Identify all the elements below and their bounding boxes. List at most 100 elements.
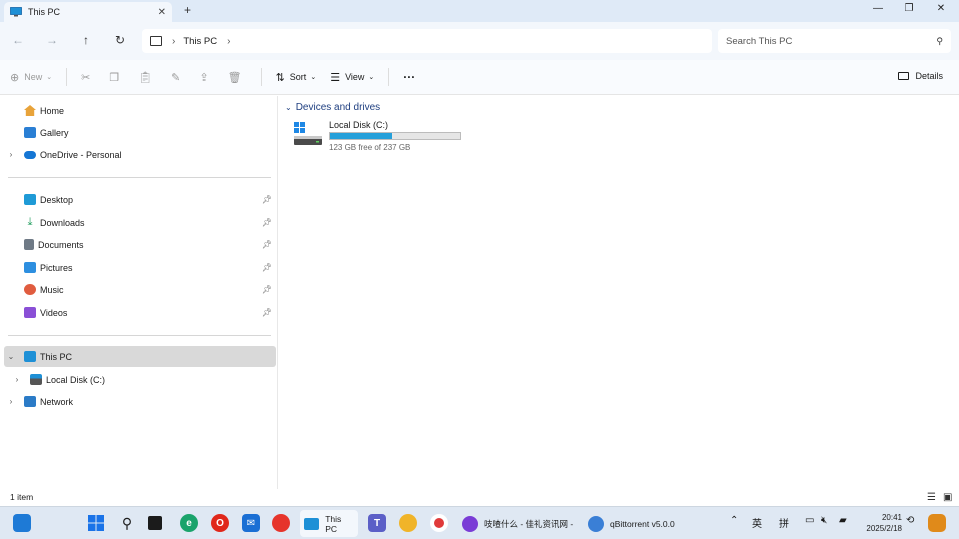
content-pane: ⌄ Devices and drives Local Disk (C:) 123…	[279, 96, 959, 489]
chevron-right-icon[interactable]: ›	[4, 150, 18, 159]
chevron-right-icon[interactable]: ›	[4, 397, 18, 406]
sidebar-item-videos[interactable]: Videos 📌︎	[4, 302, 276, 323]
divider	[8, 335, 271, 336]
input-language-en[interactable]: 英	[752, 515, 762, 530]
taskbar-app-qbittorrent[interactable]: qBittorrent v5.0.0	[584, 510, 684, 537]
battery-icon[interactable]: ▰	[839, 515, 847, 526]
start-icon[interactable]	[87, 514, 105, 532]
mail-icon[interactable]: ✉	[242, 514, 260, 532]
chevron-down-icon[interactable]: ⌄	[4, 352, 18, 361]
address-bar[interactable]: › This PC ›	[142, 29, 712, 53]
volume-muted-icon[interactable]: 🔇︎	[821, 515, 827, 526]
music-icon	[24, 284, 36, 295]
sidebar-item-label: This PC	[40, 351, 73, 362]
sidebar-item-documents[interactable]: Documents 📌︎	[4, 234, 276, 255]
refresh-button[interactable]: ↻	[112, 33, 128, 47]
onedrive-icon	[24, 150, 36, 159]
chevron-up-icon[interactable]: ⌃	[730, 515, 738, 526]
chat-app-icon[interactable]	[399, 514, 417, 532]
app-icon[interactable]	[430, 514, 448, 532]
back-button[interactable]: ←	[10, 33, 26, 47]
downloads-icon: ⤓	[27, 216, 33, 228]
task-view-icon[interactable]	[148, 516, 162, 530]
more-options-button[interactable]: ···	[403, 70, 415, 84]
sidebar-item-downloads[interactable]: ⤓ Downloads 📌︎	[4, 212, 276, 233]
network-icon[interactable]: ▭	[805, 515, 814, 526]
sidebar-item-home[interactable]: Home	[4, 100, 276, 121]
close-tab-icon[interactable]: ✕	[158, 7, 166, 18]
local-disk-icon	[294, 122, 322, 145]
cut-button[interactable]: ✂	[81, 71, 95, 84]
sidebar-item-this-pc[interactable]: ⌄ This PC	[4, 346, 276, 367]
edge-icon[interactable]: e	[180, 514, 198, 532]
sidebar-item-music[interactable]: Music 📌︎	[4, 279, 276, 300]
chevron-right-icon[interactable]: ›	[227, 36, 230, 47]
home-icon	[24, 105, 36, 116]
sidebar-item-label: Gallery	[40, 127, 69, 138]
pin-icon[interactable]: 📌︎	[262, 218, 272, 227]
sidebar-item-local-disk[interactable]: › Local Disk (C:)	[4, 369, 276, 390]
rename-button[interactable]: ✎	[171, 71, 185, 84]
restore-button[interactable]: ❐	[899, 3, 919, 14]
gallery-icon	[24, 127, 36, 138]
input-method-pinyin[interactable]: 拼	[779, 515, 789, 530]
tiles-view-icon[interactable]: ▣	[943, 492, 952, 503]
videos-icon	[24, 307, 36, 318]
delete-button[interactable]: 🗑︎	[228, 71, 247, 84]
details-view-icon[interactable]: ☰	[927, 492, 936, 503]
chevron-down-icon: ⌄	[368, 74, 375, 81]
sidebar-item-label: Music	[40, 284, 64, 295]
drive-usage-bar	[329, 132, 461, 140]
widgets-icon[interactable]	[13, 514, 31, 532]
group-header-devices[interactable]: ⌄ Devices and drives	[285, 102, 380, 113]
view-button[interactable]: ☰ View ⌄	[330, 71, 374, 84]
sidebar-item-gallery[interactable]: Gallery	[4, 122, 276, 143]
breadcrumb-this-pc[interactable]: This PC	[183, 36, 217, 47]
sidebar-item-network[interactable]: › Network	[4, 391, 276, 412]
sidebar-item-desktop[interactable]: Desktop 📌︎	[4, 189, 276, 210]
weibo-icon[interactable]	[272, 514, 290, 532]
pictures-icon	[24, 262, 36, 273]
sort-button[interactable]: ⇅ Sort ⌄	[276, 71, 317, 84]
pin-icon[interactable]: 📌︎	[262, 195, 272, 204]
copy-button[interactable]: ❐	[109, 71, 124, 84]
taskbar-app-browser[interactable]: 吱喳什么 - 佳礼资讯网 -	[458, 510, 578, 537]
sidebar-item-pictures[interactable]: Pictures 📌︎	[4, 257, 276, 278]
search-box[interactable]: ⚲	[718, 29, 951, 53]
sidebar-item-onedrive[interactable]: › OneDrive - Personal	[4, 144, 276, 165]
taskbar-app-this-pc[interactable]: This PC	[300, 510, 358, 537]
pin-icon[interactable]: 📌︎	[262, 263, 272, 272]
rename-icon: ✎	[171, 71, 181, 84]
sidebar-item-label: Videos	[40, 307, 68, 318]
details-button[interactable]: Details	[898, 71, 943, 81]
search-input[interactable]	[726, 35, 937, 47]
qbittorrent-icon	[588, 515, 604, 532]
new-tab-button[interactable]: +	[184, 3, 191, 17]
search-icon[interactable]: ⚲	[936, 36, 943, 47]
paste-button[interactable]: 📋︎	[138, 71, 157, 84]
pin-icon[interactable]: 📌︎	[262, 240, 272, 249]
teams-icon[interactable]: T	[368, 514, 386, 532]
minimize-button[interactable]: —	[868, 3, 888, 14]
notifications-icon[interactable]: ⟲	[906, 515, 914, 526]
up-button[interactable]: ↑	[78, 33, 94, 47]
trash-icon: 🗑︎	[227, 71, 242, 84]
drive-item-c[interactable]: Local Disk (C:) 123 GB free of 237 GB	[291, 118, 471, 154]
chevron-right-icon[interactable]: ›	[10, 375, 24, 384]
tab-this-pc[interactable]: This PC ✕	[4, 2, 172, 22]
copilot-icon[interactable]	[928, 514, 946, 532]
search-icon[interactable]: ⚲	[118, 514, 136, 532]
new-button[interactable]: ⊕ New ⌄	[10, 71, 52, 84]
share-button[interactable]: ⇪	[199, 71, 213, 84]
pin-icon[interactable]: 📌︎	[262, 308, 272, 317]
title-bar: This PC ✕ + — ❐ ✕	[0, 0, 959, 22]
forward-button[interactable]: →	[44, 33, 60, 47]
opera-icon[interactable]: O	[211, 514, 229, 532]
pin-icon[interactable]: 📌︎	[262, 285, 272, 294]
address-row: ← → ↑ ↻ › This PC › ⚲	[0, 22, 959, 60]
close-window-button[interactable]: ✕	[931, 3, 951, 14]
chevron-right-icon[interactable]: ›	[172, 36, 175, 47]
sort-icon: ⇅	[275, 71, 285, 84]
clock[interactable]: 20:41 2025/2/18	[858, 512, 902, 534]
new-label: New	[24, 72, 43, 82]
